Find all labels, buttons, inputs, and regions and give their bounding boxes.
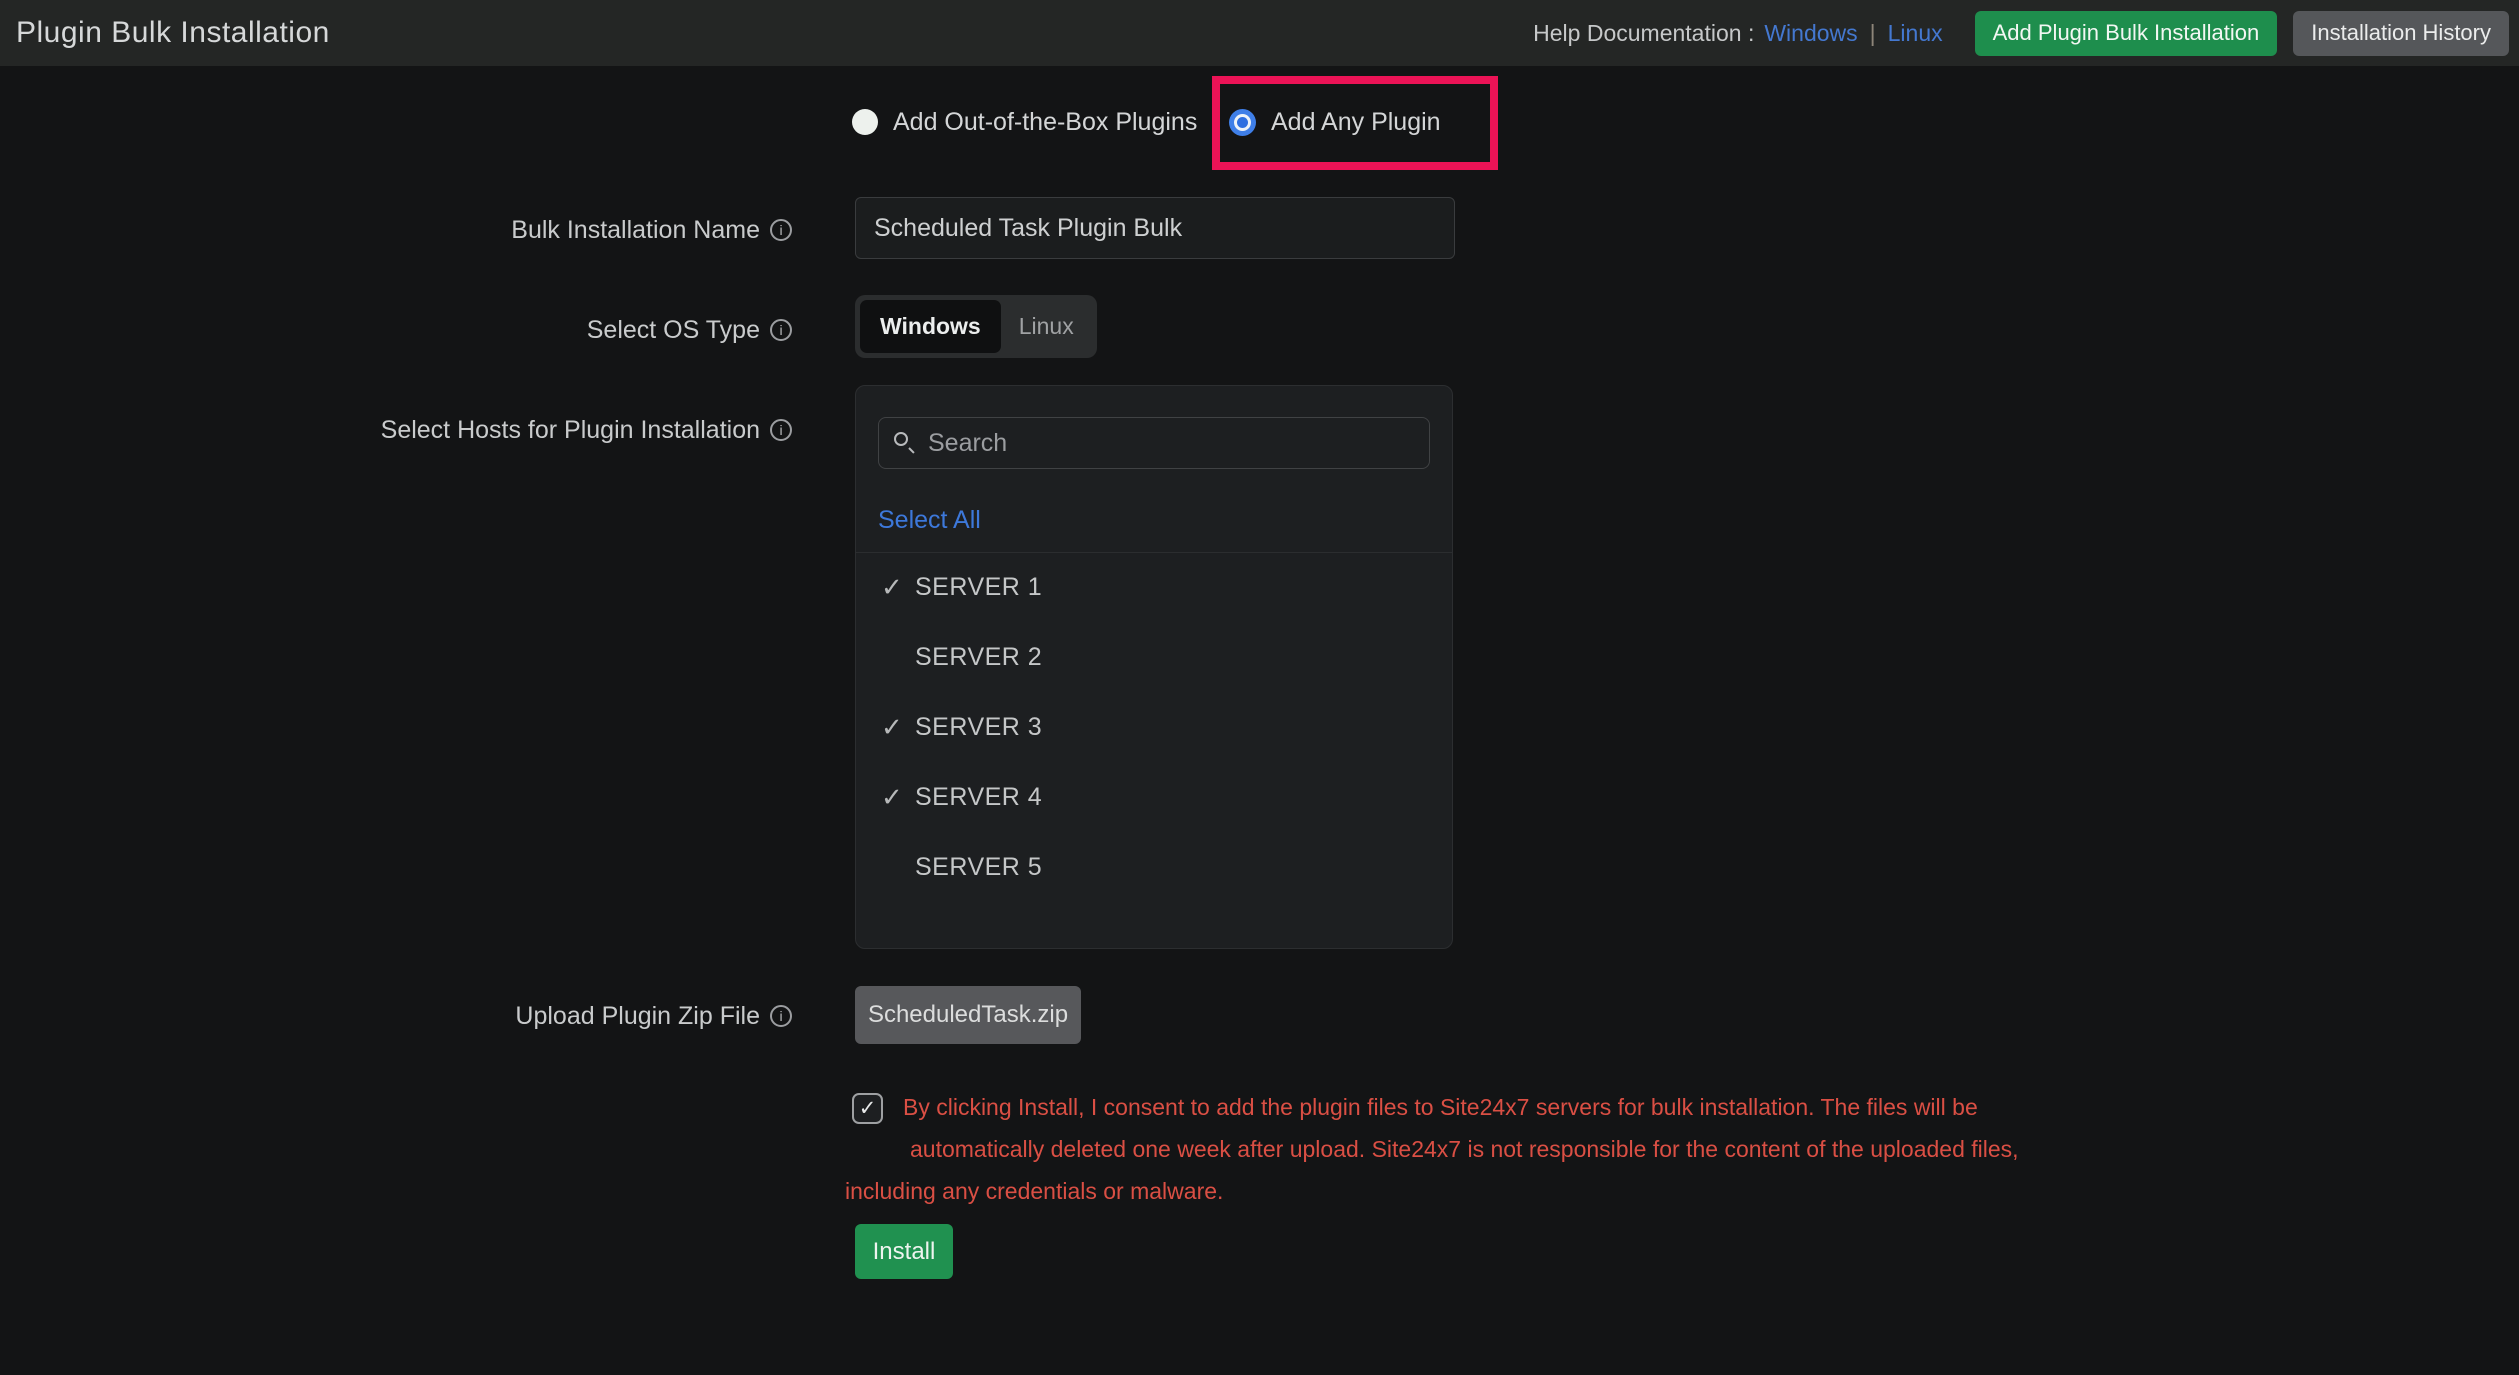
help-windows-link[interactable]: Windows <box>1764 20 1857 47</box>
os-segment-windows[interactable]: Windows <box>860 300 1001 353</box>
host-row-server-3[interactable]: ✓ SERVER 3 <box>856 692 1452 762</box>
host-row-server-1[interactable]: ✓ SERVER 1 <box>856 552 1452 622</box>
link-separator: | <box>1868 20 1878 47</box>
host-row-server-2[interactable]: ✓ SERVER 2 <box>856 622 1452 692</box>
info-icon[interactable]: i <box>770 419 792 441</box>
installation-history-button[interactable]: Installation History <box>2293 11 2509 56</box>
host-list: ✓ SERVER 1 ✓ SERVER 2 ✓ SERVER 3 ✓ SERVE… <box>856 552 1452 902</box>
info-icon[interactable]: i <box>770 219 792 241</box>
consent-text-line-2: automatically deleted one week after upl… <box>910 1136 2019 1163</box>
check-icon: ✓ <box>859 1098 877 1119</box>
header-actions: Help Documentation : Windows | Linux Add… <box>1533 0 2509 66</box>
os-type-toggle: Windows Linux <box>855 295 1097 358</box>
info-icon[interactable]: i <box>770 319 792 341</box>
consent-text-line-3: including any credentials or malware. <box>845 1178 1223 1205</box>
radio-selected-icon[interactable] <box>1229 109 1256 136</box>
page-title: Plugin Bulk Installation <box>16 16 330 50</box>
bulk-installation-name-label: Bulk Installation Name i <box>0 214 792 246</box>
consent-checkbox[interactable]: ✓ <box>852 1093 883 1124</box>
check-icon: ✓ <box>881 782 915 813</box>
host-search-input[interactable] <box>928 429 1414 458</box>
info-icon[interactable]: i <box>770 1005 792 1027</box>
select-os-type-label: Select OS Type i <box>0 314 792 346</box>
radio-add-any-plugin[interactable]: Add Any Plugin <box>1229 107 1441 137</box>
bulk-installation-name-input[interactable] <box>855 197 1455 259</box>
hosts-selection-panel: Select All ✓ SERVER 1 ✓ SERVER 2 ✓ SERVE… <box>855 385 1453 949</box>
consent-text-line-1: By clicking Install, I consent to add th… <box>903 1094 1978 1121</box>
radio-add-out-of-the-box-plugins[interactable]: Add Out-of-the-Box Plugins <box>852 107 1197 137</box>
search-icon <box>894 432 916 454</box>
plugin-bulk-installation-page: Plugin Bulk Installation Help Documentat… <box>0 0 2519 1375</box>
radio-unselected-icon[interactable] <box>852 109 878 135</box>
select-hosts-label: Select Hosts for Plugin Installation i <box>0 414 792 446</box>
header-bar: Plugin Bulk Installation Help Documentat… <box>0 0 2519 66</box>
select-all-link[interactable]: Select All <box>878 506 981 535</box>
host-row-server-4[interactable]: ✓ SERVER 4 <box>856 762 1452 832</box>
help-linux-link[interactable]: Linux <box>1888 20 1943 47</box>
install-button[interactable]: Install <box>855 1224 953 1279</box>
check-icon: ✓ <box>881 712 915 743</box>
uploaded-file-button[interactable]: ScheduledTask.zip <box>855 986 1081 1044</box>
upload-plugin-zip-label: Upload Plugin Zip File i <box>0 1000 792 1032</box>
radio-label: Add Any Plugin <box>1271 108 1441 137</box>
host-row-server-5[interactable]: ✓ SERVER 5 <box>856 832 1452 902</box>
add-plugin-bulk-installation-button[interactable]: Add Plugin Bulk Installation <box>1975 11 2278 56</box>
radio-label: Add Out-of-the-Box Plugins <box>893 108 1197 137</box>
os-segment-linux[interactable]: Linux <box>1001 300 1092 353</box>
check-icon: ✓ <box>881 572 915 603</box>
host-search-box[interactable] <box>878 417 1430 469</box>
help-documentation-label: Help Documentation : <box>1533 20 1754 47</box>
